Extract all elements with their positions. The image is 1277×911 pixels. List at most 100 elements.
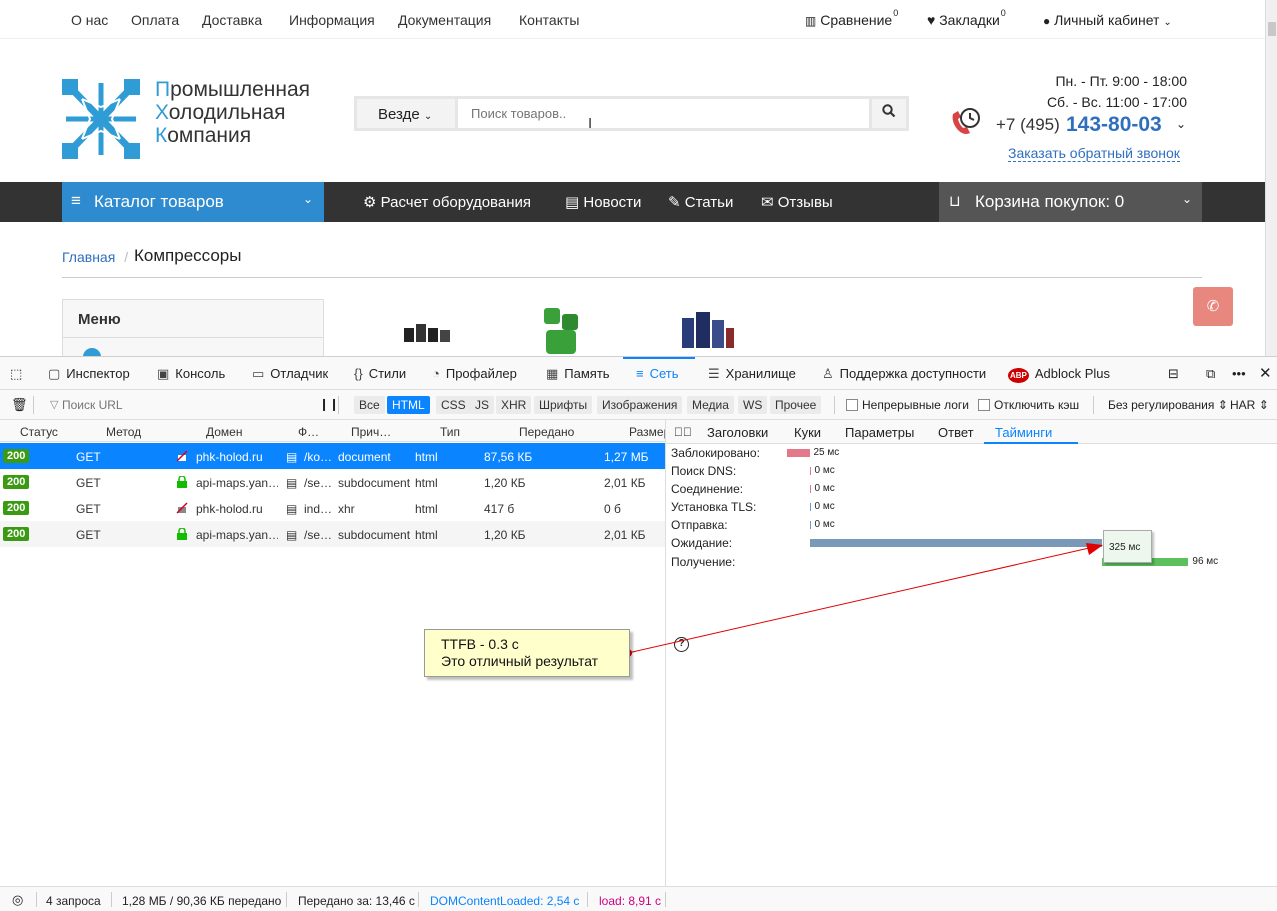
product-image[interactable] [402,322,452,344]
phone-icon: ✆ [1206,298,1220,315]
col-size[interactable]: Размер [629,425,665,439]
filter-css[interactable]: CSS [436,396,471,414]
console-icon: ▣ [157,366,170,381]
breadcrumb-home[interactable]: Главная [62,249,115,265]
type-cell: html [415,528,438,542]
disable-cache-checkbox[interactable]: Отключить кэш [978,398,1079,412]
tab-response[interactable]: Ответ [938,425,974,440]
document-icon: ▤ [565,194,580,211]
col-domain[interactable]: Домен [206,425,243,439]
tab-inspector[interactable]: ▢ Инспектор [48,366,130,382]
trash-icon[interactable]: 🗑 [11,397,28,413]
request-details-panel: ▶⃞ Заголовки Куки Параметры Ответ Таймин… [666,420,1277,886]
close-icon[interactable]: ✕ [1259,364,1272,382]
persist-logs-checkbox[interactable]: Непрерывные логи [846,398,969,412]
filter-other[interactable]: Прочее [770,396,822,414]
tab-profiler[interactable]: ◔ Профайлер [432,366,517,381]
compare-count: 0 [893,8,899,18]
topnav-docs[interactable]: Документация [398,12,491,28]
tab-timings[interactable]: Тайминги [995,425,1052,440]
tab-params[interactable]: Параметры [845,425,914,440]
chevron-down-icon[interactable]: ⌄ [1176,117,1186,131]
tab-cookies[interactable]: Куки [794,425,821,440]
tab-adblock[interactable]: ABP Adblock Plus [1008,366,1110,383]
topnav-payment[interactable]: Оплата [131,12,179,28]
col-status[interactable]: Статус [20,425,58,439]
topnav-about[interactable]: О нас [71,12,108,28]
method-cell: GET [76,476,101,490]
request-row[interactable]: 200 GET api-maps.yan… ▤ /se… subdocument… [0,521,665,547]
tab-styles[interactable]: {} Стили [354,366,406,381]
updown-icon: ⇕ [1258,398,1269,412]
col-file[interactable]: Ф… [298,425,319,439]
cart-button[interactable]: ⊔ Корзина покупок: 0 ⌄ [939,182,1202,222]
nav-reviews[interactable]: ✉ Отзывы [761,193,833,211]
timing-label: Соединение: [671,482,744,496]
nav-articles[interactable]: ✎ Статьи [668,193,733,211]
search-button[interactable] [869,99,906,128]
timing-label: Ожидание: [671,536,733,550]
search-input[interactable] [461,99,869,128]
logo-text[interactable]: Промышленная Холодильная Компания [155,78,310,147]
url-filter-input[interactable] [62,396,302,414]
topnav-info[interactable]: Информация [289,12,375,28]
topnav-delivery[interactable]: Доставка [202,12,262,28]
user-icon: ● [1043,14,1051,28]
tab-storage[interactable]: ☰ Хранилище [708,366,796,382]
filter-xhr[interactable]: XHR [496,396,532,414]
col-method[interactable]: Метод [106,425,141,439]
phone-clock-icon [950,106,982,136]
col-transferred[interactable]: Передано [519,425,574,439]
callback-link[interactable]: Заказать обратный звонок [1008,145,1180,162]
filter-images[interactable]: Изображения [597,396,683,414]
request-row[interactable]: 200 GET phk-holod.ru ▤ /ko… document htm… [0,443,665,469]
filter-all[interactable]: Все [354,396,385,414]
toggle-sidebar-icon[interactable]: ▶⃞ [674,425,692,439]
logo-mark[interactable] [62,79,140,159]
filter-ws[interactable]: WS [738,396,768,414]
timing-bar [809,539,1102,547]
tab-debugger[interactable]: ▭ Отладчик [252,366,328,382]
more-icon[interactable]: ••• [1232,366,1246,381]
split-console-icon[interactable]: ⊟ [1168,366,1179,382]
product-image[interactable] [680,310,736,356]
filter-fonts[interactable]: Шрифты [534,396,593,414]
nav-calc[interactable]: ⚙ Расчет оборудования [363,193,531,211]
pause-icon[interactable]: ❙❙ [319,397,339,411]
comments-icon: ✉ [761,194,774,211]
tab-console[interactable]: ▣ Консоль [157,366,225,382]
request-row[interactable]: 200 GET api-maps.yan… ▤ /se… subdocument… [0,469,665,495]
active-tab-indicator [984,442,1078,444]
tab-headers[interactable]: Заголовки [707,425,768,440]
page-title: Компрессоры [134,246,242,265]
help-icon[interactable]: ? [674,637,689,652]
filter-media[interactable]: Медиа [687,396,734,414]
har-menu[interactable]: HAR ⇕ [1230,398,1269,412]
nav-news[interactable]: ▤ Новости [565,193,641,211]
topnav-contacts[interactable]: Контакты [519,12,579,28]
tab-memory[interactable]: ▦ Память [546,366,610,382]
bookmarks-link[interactable]: ♥ Закладки0 [927,8,1006,28]
call-button[interactable]: ✆ [1193,287,1233,326]
phone-number[interactable]: 143-80-03 [1066,113,1162,137]
dock-icon[interactable]: ⧉ [1206,366,1215,382]
network-filter-bar: 🗑 ▽ ❙❙ Все HTML CSS JS XHR Шрифты Изобра… [0,390,1277,420]
throttling-select[interactable]: Без регулирования ⇕ [1108,398,1228,412]
cause-cell: document [338,450,391,464]
filter-js[interactable]: JS [470,396,495,414]
product-image[interactable] [540,304,580,356]
scrollbar-thumb[interactable] [1268,22,1276,36]
compare-link[interactable]: ▥ Сравнение0 [805,8,898,28]
tab-network[interactable]: ≡ Сеть [636,366,679,381]
request-row[interactable]: 200 GET phk-holod.ru ▤ ind… xhr html 417… [0,495,665,521]
account-menu[interactable]: ● Личный кабинет ⌄ [1043,12,1172,28]
catalog-button[interactable]: ≡ Каталог товаров ⌄ [62,182,324,222]
tab-accessibility[interactable]: ♙ Поддержка доступности [822,366,986,382]
col-cause[interactable]: Прич… [351,425,391,439]
search-scope-select[interactable]: Везде ⌄ [357,99,458,128]
page-scrollbar[interactable] [1265,0,1277,356]
col-type[interactable]: Тип [440,425,460,439]
pick-element-icon[interactable]: ⬚ [10,366,22,382]
filter-html[interactable]: HTML [387,396,430,414]
performance-icon[interactable]: ◎ [12,892,23,908]
